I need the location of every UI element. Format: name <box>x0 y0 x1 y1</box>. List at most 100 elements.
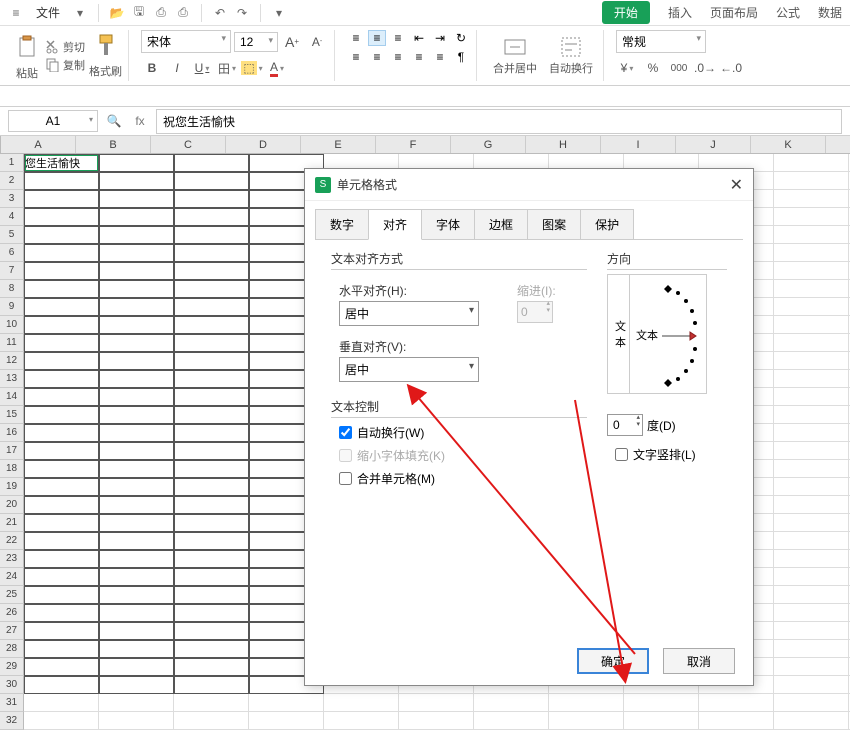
bold-button[interactable]: B <box>141 57 163 79</box>
column-header[interactable]: I <box>601 136 676 153</box>
cell[interactable] <box>774 208 849 226</box>
cell[interactable] <box>99 676 174 694</box>
row-header[interactable]: 28 <box>0 640 24 658</box>
cell[interactable] <box>249 712 324 730</box>
cell[interactable] <box>174 514 249 532</box>
dropdown-icon[interactable]: ▾ <box>72 5 88 21</box>
wrap-text-button[interactable]: 自动换行 <box>545 36 597 76</box>
cell[interactable] <box>774 262 849 280</box>
border-button[interactable]: 田 <box>216 57 238 79</box>
fx-icon[interactable]: fx <box>130 114 150 128</box>
cell[interactable] <box>174 316 249 334</box>
cell[interactable] <box>24 658 99 676</box>
row-header[interactable]: 25 <box>0 586 24 604</box>
v-align-select[interactable]: 居中 <box>339 357 479 382</box>
close-icon[interactable]: ✕ <box>730 175 743 195</box>
column-header[interactable]: B <box>76 136 151 153</box>
decrease-font-icon[interactable]: A- <box>306 31 328 53</box>
vertical-text-checkbox[interactable]: 文字竖排(L) <box>615 446 727 463</box>
cell[interactable] <box>324 712 399 730</box>
row-header[interactable]: 5 <box>0 226 24 244</box>
cell[interactable] <box>474 712 549 730</box>
cell[interactable] <box>24 262 99 280</box>
cut-button[interactable]: 剪切 <box>46 39 85 55</box>
cell[interactable] <box>774 154 849 172</box>
cell[interactable] <box>774 658 849 676</box>
cell[interactable] <box>24 334 99 352</box>
column-header[interactable]: L <box>826 136 850 153</box>
rtl-icon[interactable]: ¶ <box>452 49 470 65</box>
cell[interactable] <box>174 226 249 244</box>
cell[interactable] <box>99 622 174 640</box>
row-header[interactable]: 24 <box>0 568 24 586</box>
column-header[interactable]: H <box>526 136 601 153</box>
row-header[interactable]: 1 <box>0 154 24 172</box>
cell[interactable] <box>774 244 849 262</box>
row-header[interactable]: 6 <box>0 244 24 262</box>
save-icon[interactable]: 🖫 <box>131 5 147 21</box>
cell[interactable] <box>24 406 99 424</box>
cell[interactable] <box>174 712 249 730</box>
degree-spinner[interactable]: 0 <box>607 414 643 436</box>
row-header[interactable]: 19 <box>0 478 24 496</box>
align-top-icon[interactable]: ≡ <box>347 30 365 46</box>
row-header[interactable]: 18 <box>0 460 24 478</box>
cell[interactable] <box>24 622 99 640</box>
row-header[interactable]: 9 <box>0 298 24 316</box>
cell[interactable] <box>99 532 174 550</box>
cell[interactable] <box>24 370 99 388</box>
cell[interactable] <box>174 190 249 208</box>
cell[interactable] <box>99 460 174 478</box>
cell[interactable] <box>774 442 849 460</box>
cell[interactable] <box>99 478 174 496</box>
row-header[interactable]: 20 <box>0 496 24 514</box>
row-header[interactable]: 12 <box>0 352 24 370</box>
cell[interactable] <box>174 244 249 262</box>
row-header[interactable]: 29 <box>0 658 24 676</box>
row-header[interactable]: 2 <box>0 172 24 190</box>
cell[interactable] <box>774 280 849 298</box>
column-header[interactable]: F <box>376 136 451 153</box>
cell[interactable] <box>699 694 774 712</box>
cell[interactable] <box>174 370 249 388</box>
cell[interactable] <box>24 676 99 694</box>
column-header[interactable]: D <box>226 136 301 153</box>
row-header[interactable]: 23 <box>0 550 24 568</box>
row-header[interactable]: 3 <box>0 190 24 208</box>
ok-button[interactable]: 确定 <box>577 648 649 674</box>
column-header[interactable]: A <box>1 136 76 153</box>
row-header[interactable]: 14 <box>0 388 24 406</box>
cell[interactable] <box>99 280 174 298</box>
cell[interactable] <box>774 622 849 640</box>
cell[interactable] <box>99 694 174 712</box>
h-align-select[interactable]: 居中 <box>339 301 479 326</box>
increase-indent-icon[interactable]: ⇥ <box>431 30 449 46</box>
cell[interactable] <box>99 388 174 406</box>
cell[interactable] <box>174 676 249 694</box>
cell[interactable] <box>24 514 99 532</box>
column-header[interactable]: G <box>451 136 526 153</box>
copy-button[interactable]: 复制 <box>46 57 85 73</box>
cell[interactable] <box>24 532 99 550</box>
folder-open-icon[interactable]: 📂 <box>109 5 125 21</box>
cell[interactable] <box>99 496 174 514</box>
cell[interactable] <box>24 424 99 442</box>
row-header[interactable]: 15 <box>0 406 24 424</box>
cell[interactable] <box>99 586 174 604</box>
justify-icon[interactable]: ≡ <box>410 49 428 65</box>
cell[interactable] <box>174 352 249 370</box>
cancel-button[interactable]: 取消 <box>663 648 735 674</box>
print-icon[interactable]: ⎙ <box>175 5 191 21</box>
cell[interactable] <box>774 514 849 532</box>
cell[interactable]: 您生活愉快 <box>24 154 99 172</box>
comma-icon[interactable]: 000 <box>668 57 690 79</box>
cell[interactable] <box>774 478 849 496</box>
cell[interactable] <box>99 640 174 658</box>
cell[interactable] <box>24 208 99 226</box>
cell[interactable] <box>174 658 249 676</box>
cell[interactable] <box>549 712 624 730</box>
cell[interactable] <box>99 208 174 226</box>
cell[interactable] <box>99 352 174 370</box>
tab-pattern[interactable]: 图案 <box>527 209 581 240</box>
tab-number[interactable]: 数字 <box>315 209 369 240</box>
